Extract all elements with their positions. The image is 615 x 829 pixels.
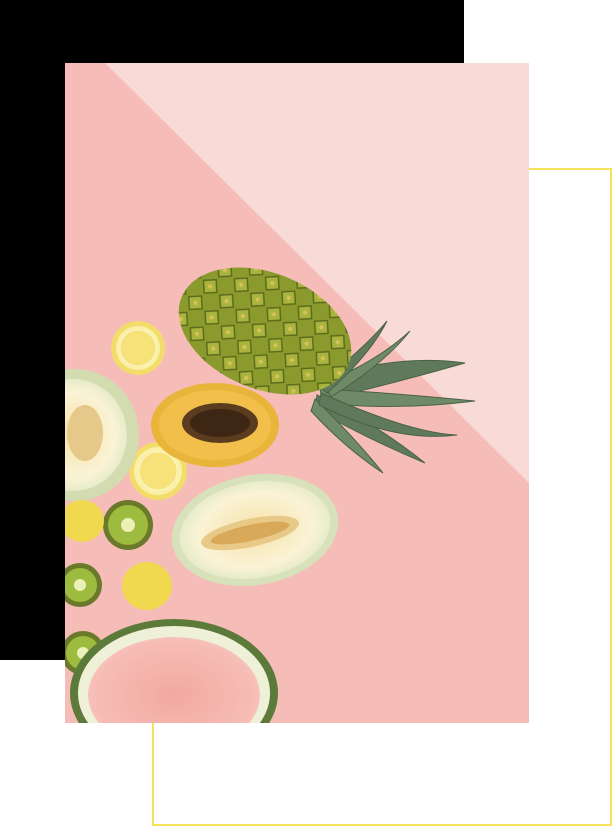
- lemon-slice-top: [111, 321, 165, 375]
- papaya-half: [151, 383, 279, 467]
- lemon-whole-2: [122, 562, 172, 610]
- kiwi-half-1: [103, 500, 153, 550]
- fruit-photo: [65, 63, 529, 723]
